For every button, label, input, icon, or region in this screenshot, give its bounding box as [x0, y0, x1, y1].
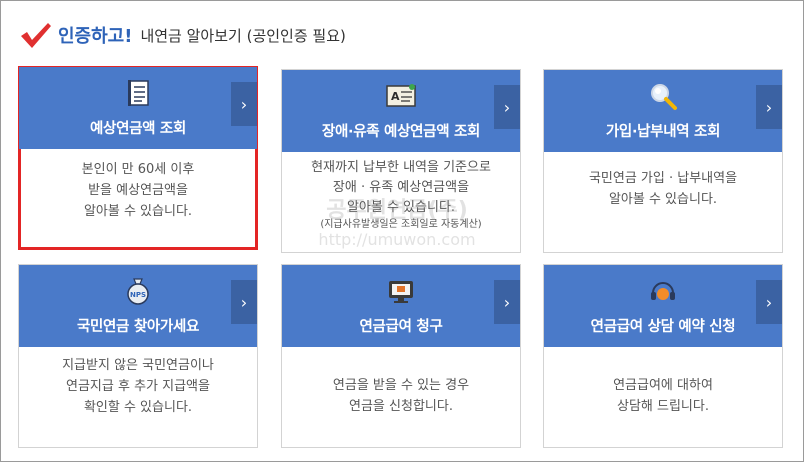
svg-text:A: A — [391, 90, 400, 103]
monitor-icon — [389, 281, 413, 303]
card-description-line: 지급받지 않은 국민연금이나 — [62, 358, 214, 373]
card-description-line: 연금을 받을 수 있는 경우 — [332, 378, 470, 393]
card-title: 연금급여 상담 예약 신청 — [590, 319, 736, 335]
card-description-line: 현재까지 납부한 내역을 기준으로 — [311, 160, 491, 175]
chevron-right-icon[interactable]: › — [231, 280, 257, 324]
card-header: 연금급여 청구 › — [282, 265, 520, 347]
chevron-right-icon[interactable]: › — [231, 82, 257, 126]
card-description-line: 확인할 수 있습니다. — [83, 400, 193, 415]
card-title: 연금급여 청구 — [359, 319, 443, 335]
card-enrollment-payment-history[interactable]: 가입·납부내역 조회 › 국민연금 가입 · 납부내역을 알아볼 수 있습니다. — [543, 69, 783, 253]
chevron-right-icon[interactable]: › — [756, 85, 782, 129]
card-title: 장애·유족 예상연금액 조회 — [321, 124, 481, 140]
red-check-icon — [21, 23, 51, 48]
card-description-line: 알아볼 수 있습니다. — [608, 192, 718, 207]
card-description-line: 연금지급 후 추가 지급액을 — [66, 379, 210, 394]
section-header: 인증하고! 내연금 알아보기 (공인인증 필요) — [18, 20, 346, 50]
card-description: 국민연금 가입 · 납부내역을 알아볼 수 있습니다. — [552, 168, 774, 210]
card-description-line: 알아볼 수 있습니다. — [83, 204, 193, 219]
card-title: 예상연금액 조회 — [89, 121, 187, 137]
card-note: (지급사유발생일은 조회일로 자동계산) — [320, 219, 482, 230]
card-description-line: 장애 · 유족 예상연금액을 — [332, 180, 470, 195]
chevron-right-icon[interactable]: › — [494, 280, 520, 324]
card-description-line: 받을 예상연금액을 — [88, 183, 188, 198]
card-description-line: 연금급여에 대하여 — [613, 378, 713, 393]
card-description: 연금급여에 대하여 상담해 드립니다. — [552, 375, 774, 417]
card-consultation-reservation[interactable]: 연금급여 상담 예약 신청 › 연금급여에 대하여 상담해 드립니다. — [543, 264, 783, 448]
card-description: 지급받지 않은 국민연금이나 연금지급 후 추가 지급액을 확인할 수 있습니다… — [27, 355, 249, 418]
card-description-line: 국민연금 가입 · 납부내역을 — [588, 171, 738, 186]
card-description-line: 알아볼 수 있습니다. — [346, 200, 456, 215]
magnifier-icon — [651, 84, 677, 110]
document-list-icon — [128, 80, 149, 106]
card-description-line: 연금을 신청합니다. — [349, 399, 453, 414]
chevron-right-icon[interactable]: › — [756, 280, 782, 324]
svg-text:NPS: NPS — [130, 291, 146, 299]
nps-money-bag-icon: NPS — [127, 278, 149, 305]
card-disability-survivor-pension[interactable]: A 장애·유족 예상연금액 조회 › 현재까지 납부한 내역을 기준으로 장애 … — [281, 69, 521, 253]
card-description-line: 본인이 만 60세 이후 — [81, 162, 195, 177]
card-header: 연금급여 상담 예약 신청 › — [544, 265, 782, 347]
card-description-line: 상담해 드립니다. — [617, 399, 709, 414]
header-strong-text: 인증하고! — [58, 26, 133, 47]
card-pension-claim[interactable]: 연금급여 청구 › 연금을 받을 수 있는 경우 연금을 신청합니다. — [281, 264, 521, 448]
id-card-icon: A — [386, 84, 416, 107]
card-expected-pension[interactable]: 예상연금액 조회 › 본인이 만 60세 이후 받을 예상연금액을 알아볼 수 … — [18, 66, 258, 250]
headset-icon — [651, 282, 675, 300]
card-header: NPS 국민연금 찾아가세요 › — [19, 265, 257, 347]
card-title: 가입·납부내역 조회 — [605, 124, 721, 140]
chevron-right-icon[interactable]: › — [494, 85, 520, 129]
card-header: A 장애·유족 예상연금액 조회 › — [282, 70, 520, 152]
card-title: 국민연금 찾아가세요 — [76, 319, 200, 335]
card-find-pension[interactable]: NPS 국민연금 찾아가세요 › 지급받지 않은 국민연금이나 연금지급 후 추… — [18, 264, 258, 448]
card-header: 예상연금액 조회 › — [19, 67, 257, 149]
card-description: 현재까지 납부한 내역을 기준으로 장애 · 유족 예상연금액을 알아볼 수 있… — [290, 158, 512, 232]
header-sub-text: 내연금 알아보기 (공인인증 필요) — [140, 26, 346, 45]
card-header: 가입·납부내역 조회 › — [544, 70, 782, 152]
card-description: 본인이 만 60세 이후 받을 예상연금액을 알아볼 수 있습니다. — [29, 159, 247, 222]
card-description: 연금을 받을 수 있는 경우 연금을 신청합니다. — [290, 375, 512, 417]
